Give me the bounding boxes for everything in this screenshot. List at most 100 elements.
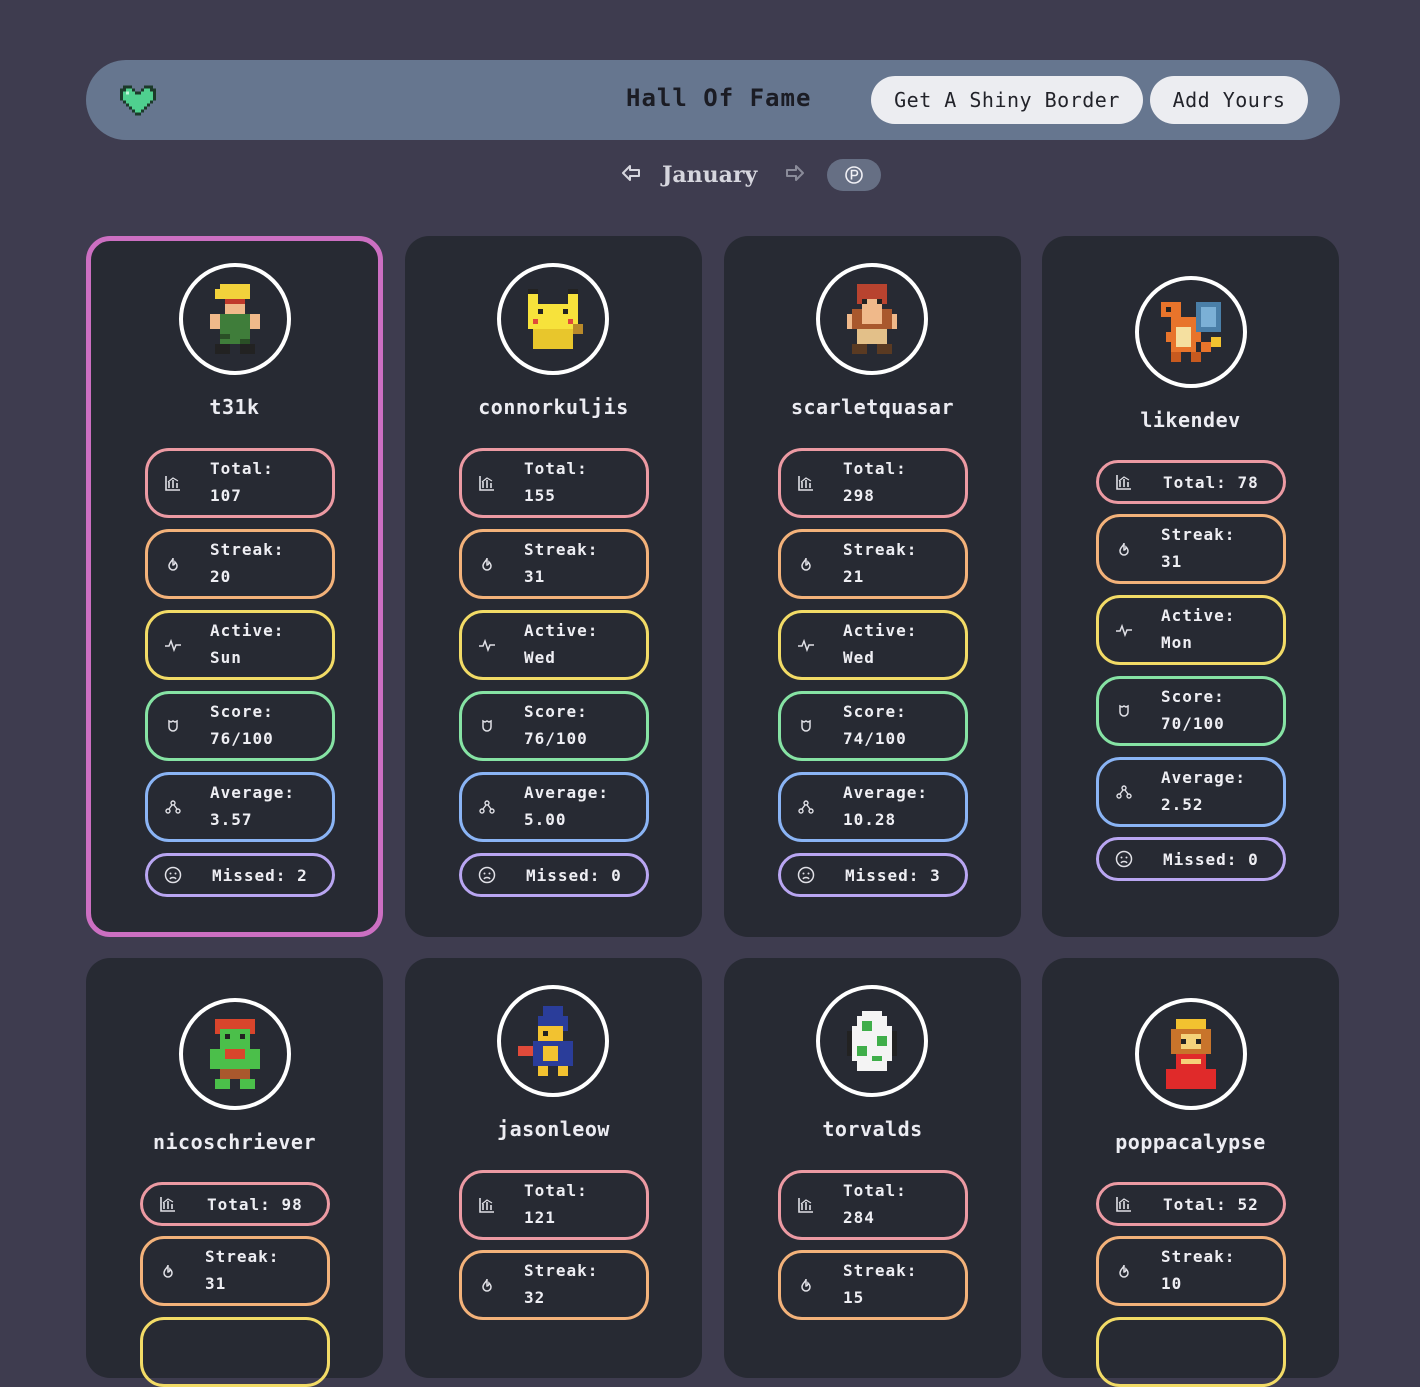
stat-label: Average: (210, 783, 296, 802)
flame-icon (163, 1264, 173, 1278)
stat-label: Score: (210, 702, 274, 721)
total-stat: Total: 121 (459, 1170, 649, 1240)
shield-icon (801, 719, 811, 732)
stat-label: Active: (524, 621, 599, 640)
stat-value: 76/100 (524, 729, 588, 748)
pulse-icon (1116, 623, 1132, 638)
average-stat: Average: 3.57 (145, 772, 335, 842)
shield-icon (168, 719, 178, 732)
stat-value: 298 (843, 486, 875, 505)
sad-face-icon (1115, 850, 1133, 868)
streak-stat: Streak: 15 (778, 1250, 968, 1320)
avatar (179, 263, 291, 375)
arrow-right-icon[interactable] (784, 162, 806, 184)
month-navigation: January (0, 156, 1420, 196)
total-stat: Total: 107 (145, 448, 335, 518)
user-card[interactable]: poppacalypse Total: 52 Streak: 10 (1042, 958, 1339, 1387)
pulse-icon (479, 638, 495, 653)
stat-label: Missed: 0 (526, 866, 622, 885)
stat-label-text: Total: (1163, 473, 1227, 492)
stat-label: Score: (843, 702, 907, 721)
bar-chart-icon (1116, 1197, 1131, 1212)
pixel-heart-icon[interactable] (120, 82, 156, 116)
add-yours-button[interactable]: Add Yours (1150, 76, 1308, 124)
user-card[interactable]: nicoschriever Total: 98 Streak: 31 (86, 958, 383, 1387)
stat-label: Total: (843, 1181, 907, 1200)
stat-label-text: Missed: (212, 866, 287, 885)
bar-chart-icon (160, 1197, 175, 1212)
stat-value: 78 (1237, 473, 1259, 492)
stat-label: Score: (1161, 687, 1225, 706)
stat-value: 3.57 (210, 810, 253, 829)
stat-value: 31 (524, 567, 546, 586)
stat-value: 74/100 (843, 729, 907, 748)
stat-value: 2.52 (1161, 795, 1204, 814)
stat-value: 52 (1237, 1195, 1259, 1214)
stat-value: 31 (1161, 552, 1183, 571)
bar-chart-icon (165, 476, 180, 491)
avatar (497, 985, 609, 1097)
streak-stat: Streak: 31 (1096, 514, 1286, 584)
stat-label-text: Missed: (845, 866, 920, 885)
stat-value: 121 (524, 1208, 556, 1227)
flame-icon (1119, 1264, 1129, 1278)
total-stat: Total: 284 (778, 1170, 968, 1240)
user-card[interactable]: jasonleow Total: 121 Streak: 32 (405, 958, 702, 1378)
stat-label: Missed: 2 (212, 866, 308, 885)
stat-label: Active: (1161, 606, 1236, 625)
missed-stat: Missed: 0 (1096, 837, 1286, 881)
p-toggle-button[interactable] (827, 159, 881, 191)
stat-value: 0 (1248, 850, 1259, 869)
username[interactable]: jasonleow (405, 1117, 702, 1141)
username[interactable]: poppacalypse (1042, 1130, 1339, 1154)
stat-label: Total: (843, 459, 907, 478)
user-card[interactable]: connorkuljis Total: 155 Streak: 31 Activ… (405, 236, 702, 937)
average-stat: Average: 2.52 (1096, 757, 1286, 827)
stat-label: Average: (524, 783, 610, 802)
get-shiny-border-button[interactable]: Get A Shiny Border (871, 76, 1143, 124)
current-month: January (662, 162, 758, 188)
active-stat: Active: Sun (145, 610, 335, 680)
stat-value: 3 (930, 866, 941, 885)
avatar (179, 998, 291, 1110)
stat-value: 10.28 (843, 810, 897, 829)
sad-face-icon (797, 866, 815, 884)
score-stat: Score: 76/100 (145, 691, 335, 761)
streak-stat: Streak: 20 (145, 529, 335, 599)
user-card[interactable]: likendev Total: 78 Streak: 31 Active: Mo… (1042, 236, 1339, 937)
missed-stat: Missed: 0 (459, 853, 649, 897)
nodes-icon (165, 800, 181, 814)
stat-value: Mon (1161, 633, 1193, 652)
user-card[interactable]: t31k Total: 107 Streak: 20 Active: Sun S… (86, 236, 383, 937)
average-stat: Average: 5.00 (459, 772, 649, 842)
stat-label: Score: (524, 702, 588, 721)
stat-label: Streak: (1161, 1247, 1236, 1266)
nodes-icon (1116, 785, 1132, 799)
stat-label: Total: (210, 459, 274, 478)
score-stat: Score: 74/100 (778, 691, 968, 761)
stat-label: Active: (210, 621, 285, 640)
bar-chart-icon (479, 1198, 494, 1213)
total-stat: Total: 98 (140, 1182, 330, 1226)
username[interactable]: t31k (91, 395, 378, 419)
bar-chart-icon (1116, 475, 1131, 490)
user-card[interactable]: scarletquasar Total: 298 Streak: 21 Acti… (724, 236, 1021, 937)
stat-value: 2 (297, 866, 308, 885)
username[interactable]: nicoschriever (86, 1130, 383, 1154)
arrow-left-icon[interactable] (620, 162, 642, 184)
stat-value: 20 (210, 567, 232, 586)
username[interactable]: scarletquasar (724, 395, 1021, 419)
stat-label: Average: (843, 783, 929, 802)
shield-icon (482, 719, 492, 732)
flame-icon (168, 557, 178, 571)
active-stat: Active: Wed (778, 610, 968, 680)
stat-label: Total: 98 (207, 1195, 303, 1214)
username[interactable]: likendev (1042, 408, 1339, 432)
missed-stat: Missed: 3 (778, 853, 968, 897)
username[interactable]: connorkuljis (405, 395, 702, 419)
pulse-icon (798, 638, 814, 653)
circle-p-icon (845, 166, 863, 184)
username[interactable]: torvalds (724, 1117, 1021, 1141)
user-card[interactable]: torvalds Total: 284 Streak: 15 (724, 958, 1021, 1378)
bar-chart-icon (798, 1198, 813, 1213)
